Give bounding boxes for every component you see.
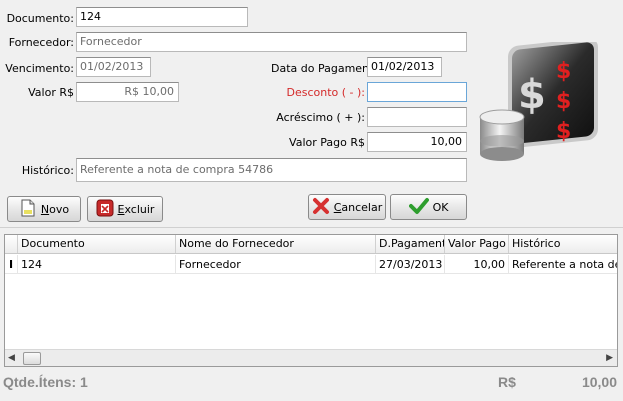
qtde-itens-label: Qtde.Ítens: [3, 374, 77, 390]
grid-header-valor-pago[interactable]: Valor Pago [445, 235, 509, 253]
svg-text:$: $ [556, 59, 571, 84]
divider [0, 227, 623, 228]
pagamentos-grid[interactable]: Documento Nome do Fornecedor D.Pagamento… [4, 234, 618, 367]
valor-pago-label: Valor Pago R$ [289, 136, 365, 149]
fornecedor-input[interactable]: Fornecedor [76, 32, 467, 52]
svg-text:$: $ [556, 119, 571, 144]
dollar-money-icon: $ $ $ $ [476, 38, 602, 170]
novo-button[interactable]: Novo [7, 196, 81, 222]
cancel-x-icon [312, 197, 330, 218]
excluir-button-label: Excluir [117, 202, 155, 216]
cell-fornecedor[interactable]: Fornecedor [176, 255, 376, 274]
grid-header-fornecedor[interactable]: Nome do Fornecedor [176, 235, 376, 253]
scroll-right-icon[interactable]: ▶ [606, 353, 613, 363]
cancelar-button-label: Cancelar [333, 200, 383, 214]
cell-documento[interactable]: 124 [18, 255, 176, 274]
grid-header-dpagamento[interactable]: D.Pagamento [376, 235, 445, 253]
novo-button-label: Novo [40, 202, 70, 216]
ok-button-label: OK [432, 200, 449, 214]
desconto-input[interactable] [367, 82, 467, 102]
data-pagamento-label: Data do Pagamento [271, 62, 381, 75]
valor-input[interactable]: R$ 10,00 [76, 82, 179, 102]
grid-header-documento[interactable]: Documento [18, 235, 176, 253]
total-value: 10,00 [581, 374, 617, 390]
horizontal-scrollbar[interactable]: ◀ ▶ [5, 349, 617, 366]
valor-pago-input[interactable]: 10,00 [367, 132, 467, 152]
grid-header: Documento Nome do Fornecedor D.Pagamento… [5, 235, 617, 254]
historico-label: Histórico: [21, 164, 74, 177]
cell-valor-pago[interactable]: 10,00 [445, 255, 509, 274]
scroll-left-icon[interactable]: ◀ [8, 353, 15, 363]
ok-button[interactable]: OK [390, 194, 467, 220]
acrescimo-input[interactable] [367, 107, 467, 127]
valor-label: Valor R$ [28, 86, 74, 99]
row-cursor-icon: I [5, 255, 18, 274]
documento-label: Documento: [6, 12, 74, 25]
cell-dpagamento[interactable]: 27/03/2013 [376, 255, 445, 274]
vencimento-label: Vencimento: [5, 62, 74, 75]
new-document-icon [19, 199, 37, 220]
vencimento-input[interactable]: 01/02/2013 [76, 57, 151, 77]
total-currency: R$ [498, 374, 516, 390]
excluir-button[interactable]: Excluir [87, 196, 163, 222]
grid-header-indicator [5, 235, 18, 253]
qtde-itens-value: 1 [80, 374, 88, 390]
svg-text:$: $ [518, 72, 546, 118]
data-pagamento-input[interactable]: 01/02/2013 [367, 57, 442, 77]
check-icon [408, 197, 429, 218]
cancelar-button[interactable]: Cancelar [308, 194, 386, 220]
acrescimo-label: Acréscimo ( + ): [276, 111, 365, 124]
desconto-label: Desconto ( - ): [286, 86, 365, 99]
historico-input[interactable]: Referente a nota de compra 54786 [76, 158, 467, 182]
svg-text:$: $ [556, 89, 571, 114]
fornecedor-label: Fornecedor: [8, 36, 74, 49]
scroll-thumb[interactable] [23, 352, 41, 365]
cell-historico[interactable]: Referente a nota de co [509, 255, 617, 274]
grid-header-historico[interactable]: Histórico [509, 235, 617, 253]
qtde-itens-summary: Qtde.Ítens: 1 [3, 374, 88, 390]
delete-icon [96, 199, 114, 220]
documento-input[interactable]: 124 [76, 7, 248, 27]
